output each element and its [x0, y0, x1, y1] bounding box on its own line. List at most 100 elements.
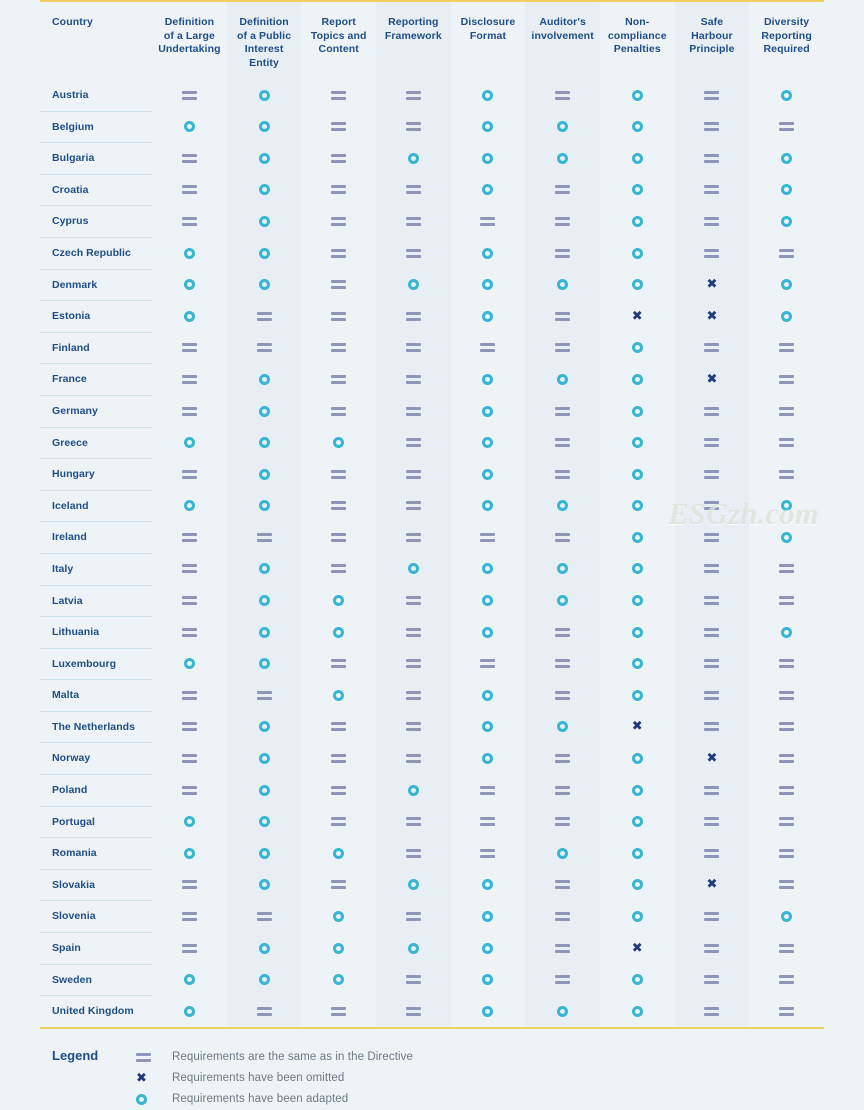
status-cell: [674, 679, 750, 712]
country-name-cell: Iceland: [40, 490, 153, 523]
country-name-cell: Latvia: [40, 585, 153, 618]
status-cell: [152, 806, 227, 838]
status-cell: [226, 427, 302, 459]
status-cell: [226, 995, 302, 1029]
status-cell: [749, 617, 824, 649]
same-as-directive-icon: [704, 564, 720, 574]
adapted-icon: [781, 531, 793, 543]
status-cell: ✖: [600, 711, 675, 743]
status-cell: [152, 585, 227, 617]
status-cell: [226, 332, 302, 364]
status-cell: [226, 679, 302, 712]
status-cell: [451, 395, 526, 427]
same-as-directive-icon: [555, 817, 571, 827]
status-cell: [674, 237, 750, 270]
status-cell: [525, 616, 600, 649]
status-cell: [152, 332, 227, 364]
column-header-line: Safe: [700, 16, 724, 28]
status-cell: [749, 80, 824, 111]
column-header-line: Penalties: [613, 43, 661, 55]
adapted-icon: [258, 89, 270, 101]
adapted-icon: [258, 753, 270, 765]
adapted-icon: [258, 121, 270, 133]
status-cell: [376, 774, 451, 807]
status-cell: [674, 648, 750, 680]
status-cell: [376, 205, 451, 238]
adapted-icon: [631, 816, 643, 828]
adapted-icon: [482, 373, 494, 385]
table-container: ESGzh.com Country Definition of a Large Und…: [40, 0, 824, 1105]
same-as-directive-icon: [704, 122, 720, 132]
adapted-icon: [631, 784, 643, 796]
same-as-directive-icon: [555, 532, 571, 542]
column-header-line: Undertaking: [158, 43, 221, 55]
same-as-directive-icon: [331, 659, 347, 669]
status-cell: ✖: [674, 869, 750, 901]
status-cell: [600, 174, 675, 206]
status-cell: [152, 648, 227, 680]
status-cell: [600, 80, 675, 111]
same-as-directive-icon: [405, 469, 421, 479]
adapted-icon: [482, 942, 494, 954]
status-cell: [600, 806, 675, 838]
same-as-directive-icon: [704, 406, 720, 416]
adapted-icon: [183, 310, 195, 322]
adapted-icon: [631, 658, 643, 670]
adapted-icon: [183, 1005, 195, 1017]
same-as-directive-icon: [181, 374, 197, 384]
status-cell: [376, 742, 451, 775]
adapted-icon: [407, 784, 419, 796]
omitted-icon: ✖: [706, 877, 718, 893]
status-cell: [600, 364, 675, 396]
status-cell: [451, 775, 526, 807]
same-as-directive-icon: [405, 754, 421, 764]
same-as-directive-icon: [704, 627, 720, 637]
status-cell: [301, 995, 377, 1029]
adapted-icon: [333, 595, 345, 607]
status-cell: [451, 237, 526, 269]
adapted-icon: [407, 152, 419, 164]
status-cell: [451, 269, 526, 301]
status-cell: [451, 111, 526, 143]
column-header-line: Definition: [164, 16, 215, 28]
adapted-icon: [631, 500, 643, 512]
status-cell: [525, 774, 600, 807]
legend-label: Requirements have been omitted: [172, 1071, 345, 1084]
status-cell: [376, 869, 451, 901]
status-cell: [749, 711, 824, 743]
adapted-icon: [407, 279, 419, 291]
adapted-icon: [482, 405, 494, 417]
adapted-icon: [482, 184, 494, 196]
adapted-icon: [407, 879, 419, 891]
table-row: The Netherlands ✖: [40, 711, 824, 744]
status-cell: [226, 648, 302, 680]
status-cell: [376, 269, 451, 301]
column-header-line: Topics and: [310, 29, 367, 42]
same-as-directive-icon: [779, 248, 795, 258]
same-as-directive-icon: [331, 185, 347, 195]
same-as-directive-icon: [779, 1006, 795, 1016]
adapted-icon: [631, 373, 643, 385]
same-as-directive-icon: [704, 817, 720, 827]
same-as-directive-icon: [779, 406, 795, 416]
same-as-directive-icon: [555, 311, 571, 321]
adapted-icon: [333, 437, 345, 449]
adapted-icon: [258, 816, 270, 828]
same-as-directive-icon: [555, 343, 571, 353]
same-as-directive-icon: [779, 374, 795, 384]
same-as-directive-icon: [331, 406, 347, 416]
status-cell: [376, 111, 451, 143]
adapted-icon: [557, 152, 569, 164]
status-cell: [600, 838, 675, 870]
same-as-directive-icon: [405, 722, 421, 732]
same-as-directive-icon: [405, 532, 421, 542]
same-as-directive-icon: [779, 122, 795, 132]
status-cell: [674, 964, 750, 996]
status-cell: [749, 995, 824, 1029]
status-cell: [749, 933, 824, 965]
same-as-directive-icon: [181, 564, 197, 574]
status-cell: [525, 521, 600, 554]
same-as-directive-icon: [704, 469, 720, 479]
adapted-icon: [333, 689, 345, 701]
adapted-icon: [557, 373, 569, 385]
